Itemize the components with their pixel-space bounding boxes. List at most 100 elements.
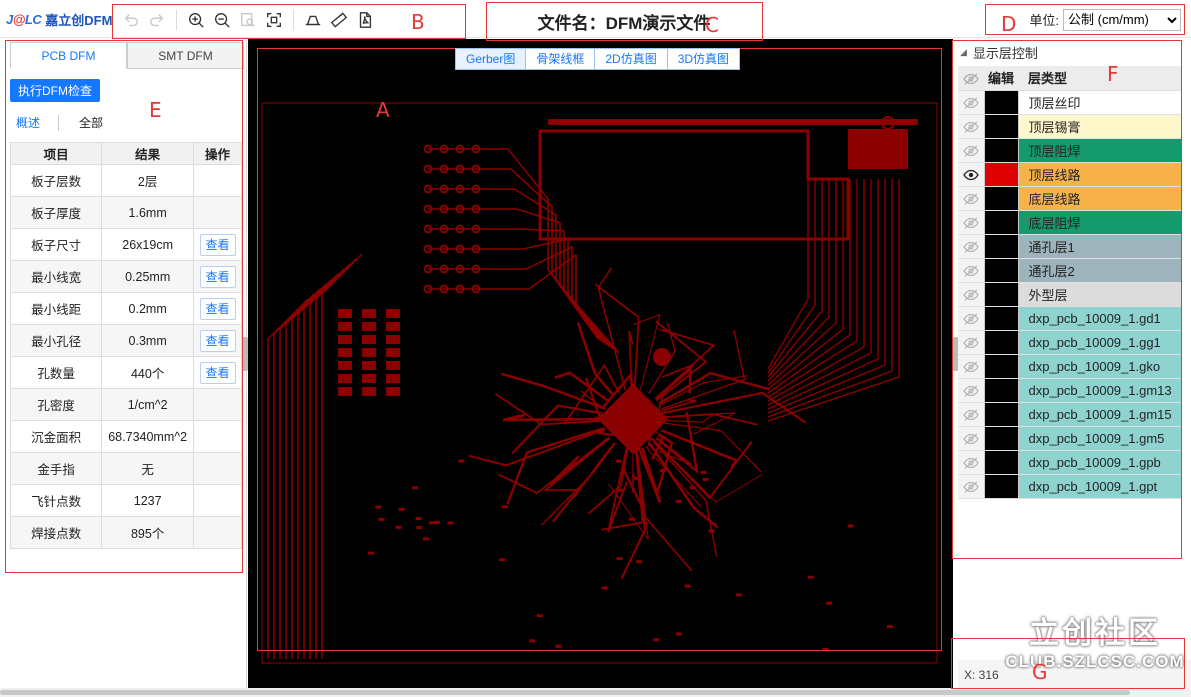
eye-slash-icon[interactable] <box>958 330 984 355</box>
layer-color-swatch[interactable] <box>983 186 1019 211</box>
cursor-coordinates: X: 316 <box>964 668 999 682</box>
run-dfm-check-button[interactable]: 执行DFM检查 <box>10 79 100 102</box>
export-pdf-icon[interactable] <box>352 7 378 33</box>
eye-slash-icon[interactable] <box>958 186 984 211</box>
tab-smt-dfm[interactable]: SMT DFM <box>127 42 244 68</box>
redo-icon[interactable] <box>144 7 170 33</box>
view-tab-skeleton[interactable]: 骨架线框 <box>525 48 596 70</box>
layer-color-swatch[interactable] <box>983 306 1019 331</box>
layer-row[interactable]: 通孔层2 <box>958 258 1182 283</box>
view-button[interactable]: 查看 <box>199 265 236 288</box>
view-button[interactable]: 查看 <box>199 329 236 352</box>
layer-color-swatch[interactable] <box>983 162 1019 187</box>
layer-color-swatch[interactable] <box>983 474 1019 499</box>
table-row: 最小孔径 0.3mm 查看 <box>9 324 242 357</box>
eye-slash-icon[interactable] <box>958 450 984 475</box>
undo-icon[interactable] <box>118 7 144 33</box>
eye-slash-icon[interactable] <box>958 234 984 259</box>
layer-color-swatch[interactable] <box>983 450 1019 475</box>
subtab-all[interactable]: 全部 <box>79 114 103 131</box>
eye-slash-icon[interactable] <box>958 90 984 115</box>
eye-slash-icon[interactable] <box>958 378 984 403</box>
layer-row[interactable]: 顶层锡膏 <box>958 114 1182 139</box>
layer-row[interactable]: dxp_pcb_10009_1.gm13 <box>958 378 1182 403</box>
layer-color-swatch[interactable] <box>983 90 1019 115</box>
view-tab-2d[interactable]: 2D仿真图 <box>594 48 668 70</box>
layer-row[interactable]: dxp_pcb_10009_1.gpt <box>958 474 1182 499</box>
pcb-trace <box>767 179 886 414</box>
eye-slash-icon[interactable] <box>958 426 984 451</box>
layer-row[interactable]: 顶层丝印 <box>958 90 1182 115</box>
unit-selector: 单位: 公制 (cm/mm) <box>985 4 1185 35</box>
eye-slash-icon[interactable] <box>958 354 984 379</box>
tab-pcb-dfm[interactable]: PCB DFM <box>10 42 127 69</box>
cell-action <box>193 388 242 421</box>
table-header-row: 项目 结果 操作 <box>9 142 242 165</box>
view-tab-gerber[interactable]: Gerber图 <box>455 48 527 70</box>
view-button[interactable]: 查看 <box>199 233 236 256</box>
fit-view-icon[interactable] <box>261 7 287 33</box>
eye-slash-icon[interactable] <box>958 282 984 307</box>
cell-action: 查看 <box>193 228 242 261</box>
layer-color-swatch[interactable] <box>983 330 1019 355</box>
pcb-trace <box>587 448 629 515</box>
layer-color-swatch[interactable] <box>983 426 1019 451</box>
layer-row[interactable]: dxp_pcb_10009_1.gd1 <box>958 306 1182 331</box>
view-button[interactable]: 查看 <box>199 361 236 384</box>
table-row: 金手指无 <box>9 452 242 485</box>
layer-row[interactable]: dxp_pcb_10009_1.gm15 <box>958 402 1182 427</box>
view-tab-3d[interactable]: 3D仿真图 <box>666 48 741 70</box>
layer-row[interactable]: 底层阻焊 <box>958 210 1182 235</box>
subtab-overview[interactable]: 概述 <box>16 114 40 131</box>
layer-color-swatch[interactable] <box>983 210 1019 235</box>
measure-board-icon[interactable] <box>300 7 326 33</box>
layer-color-swatch[interactable] <box>983 354 1019 379</box>
eye-slash-icon[interactable] <box>958 210 984 235</box>
pcb-pad <box>412 486 419 490</box>
scrollbar-thumb[interactable] <box>0 690 1130 695</box>
zoom-in-icon[interactable] <box>183 7 209 33</box>
app-logo[interactable]: J@LC 嘉立创DFM <box>6 9 112 29</box>
layer-color-swatch[interactable] <box>983 234 1019 259</box>
gerber-canvas[interactable]: Gerber图 骨架线框 2D仿真图 3D仿真图 <box>248 39 953 688</box>
eye-slash-icon[interactable] <box>958 402 984 427</box>
zoom-out-icon[interactable] <box>209 7 235 33</box>
unit-select[interactable]: 公制 (cm/mm) <box>1063 8 1181 31</box>
layer-color-swatch[interactable] <box>983 138 1019 163</box>
pcb-pad <box>362 335 376 344</box>
eye-slash-icon[interactable] <box>958 258 984 283</box>
eye-slash-icon[interactable] <box>958 114 984 139</box>
cell-action <box>193 420 242 453</box>
layer-color-swatch[interactable] <box>983 114 1019 139</box>
eye-slash-icon[interactable] <box>958 474 984 499</box>
zoom-window-icon[interactable] <box>235 7 261 33</box>
layer-row[interactable]: dxp_pcb_10009_1.gg1 <box>958 330 1182 355</box>
horizontal-scrollbar[interactable] <box>0 688 1191 697</box>
eye-slash-icon[interactable] <box>958 138 984 163</box>
layer-row[interactable]: 顶层阻焊 <box>958 138 1182 163</box>
layer-row[interactable]: 外型层 <box>958 282 1182 307</box>
layer-panel-header[interactable]: ◢ 显示层控制 <box>960 43 1038 62</box>
unit-label: 单位: <box>1029 13 1059 28</box>
layer-row[interactable]: dxp_pcb_10009_1.gpb <box>958 450 1182 475</box>
cell-result: 1.6mm <box>101 196 195 229</box>
pcb-pad <box>368 551 375 555</box>
view-button[interactable]: 查看 <box>199 297 236 320</box>
layer-row[interactable]: 底层线路 <box>958 186 1182 211</box>
pcb-pad <box>536 614 543 618</box>
eye-icon[interactable] <box>958 162 984 187</box>
layer-color-swatch[interactable] <box>983 282 1019 307</box>
layer-row[interactable]: dxp_pcb_10009_1.gm5 <box>958 426 1182 451</box>
layer-color-swatch[interactable] <box>983 258 1019 283</box>
pcb-trace <box>428 245 617 352</box>
layer-name: dxp_pcb_10009_1.gpb <box>1018 450 1182 475</box>
layer-color-swatch[interactable] <box>983 402 1019 427</box>
cell-action <box>193 164 242 197</box>
pcb-pad <box>633 476 640 480</box>
layer-row[interactable]: dxp_pcb_10009_1.gko <box>958 354 1182 379</box>
layer-color-swatch[interactable] <box>983 378 1019 403</box>
layer-row[interactable]: 顶层线路 <box>958 162 1182 187</box>
ruler-icon[interactable] <box>326 7 352 33</box>
layer-row[interactable]: 通孔层1 <box>958 234 1182 259</box>
eye-slash-icon[interactable] <box>958 306 984 331</box>
